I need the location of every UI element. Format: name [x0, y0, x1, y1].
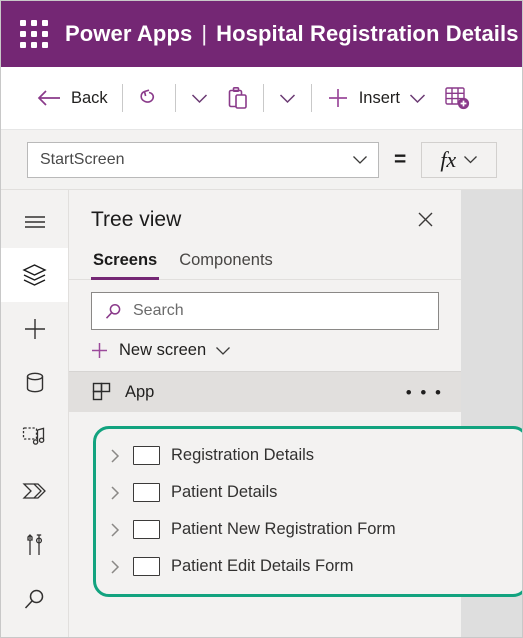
new-screen-label: New screen: [119, 341, 207, 359]
clipboard-paste-icon: [227, 86, 249, 110]
undo-button[interactable]: [128, 78, 170, 118]
screen-thumbnail-icon: [133, 483, 160, 502]
property-selector[interactable]: StartScreen: [27, 141, 379, 178]
power-apps-studio-window: Power Apps | Hospital Registration Detai…: [0, 0, 523, 638]
arrow-left-icon: [36, 88, 62, 108]
chevron-down-icon: [191, 93, 207, 103]
plus-icon: [92, 343, 107, 358]
tab-components[interactable]: Components: [177, 247, 275, 279]
page-title: Tree view: [91, 207, 182, 231]
more-ellipsis-icon[interactable]: • • •: [406, 384, 443, 401]
command-toolbar: Back Insert: [1, 67, 522, 130]
tab-screens[interactable]: Screens: [91, 247, 160, 280]
add-data-button[interactable]: [435, 78, 480, 118]
tree-item-screen[interactable]: Patient Details: [96, 474, 522, 511]
tree-item-screen-label: Registration Details: [171, 446, 315, 464]
app-launcher-waffle-icon[interactable]: [17, 17, 51, 51]
toolbar-divider: [121, 84, 123, 112]
chevron-right-icon[interactable]: [108, 522, 122, 538]
sidebar-item-tree-view[interactable]: [1, 248, 68, 302]
chevron-down-icon: [279, 93, 295, 103]
paste-button[interactable]: [218, 78, 258, 118]
tools-screwdriver-wrench-icon: [26, 534, 42, 555]
tree-item-screen[interactable]: Patient Edit Details Form: [96, 548, 522, 585]
undo-dropdown-button[interactable]: [181, 93, 218, 104]
formula-fx-button[interactable]: fx: [421, 141, 498, 178]
left-rail: [1, 190, 69, 637]
formula-bar-row: StartScreen = fx: [1, 130, 522, 190]
screen-thumbnail-icon: [133, 520, 160, 539]
search-magnifier-icon: [24, 589, 44, 609]
chevron-down-icon: [353, 155, 367, 164]
toolbar-divider: [310, 84, 312, 112]
tree-view-panel: Tree view Screens Components Search New …: [69, 190, 522, 637]
property-selector-value: StartScreen: [40, 150, 125, 168]
product-name: Power Apps: [65, 21, 193, 46]
tree-item-screen-label: Patient Details: [171, 483, 278, 501]
chevron-down-icon: [216, 346, 231, 355]
screens-highlight-group: Registration Details Patient Details Pat…: [93, 426, 522, 597]
tree-item-screen[interactable]: Registration Details: [96, 437, 522, 474]
chevron-right-icon[interactable]: [108, 485, 122, 501]
brand-title: Power Apps | Hospital Registration Detai…: [65, 21, 519, 47]
search-container: [69, 280, 461, 330]
back-label: Back: [71, 88, 108, 107]
top-brand-bar: Power Apps | Hospital Registration Detai…: [1, 1, 522, 67]
sidebar-item-settings-tools[interactable]: [1, 518, 68, 572]
search-icon: [105, 303, 121, 319]
sidebar-item-insert[interactable]: [1, 302, 68, 356]
sidebar-item-menu-hamburger[interactable]: [1, 194, 68, 248]
media-image-music-icon: [22, 426, 45, 445]
database-cylinder-icon: [26, 372, 43, 393]
chevron-down-icon: [409, 93, 425, 103]
tree-view-header: Tree view: [69, 190, 461, 239]
new-screen-button[interactable]: New screen: [69, 330, 461, 371]
paste-dropdown-button[interactable]: [269, 93, 306, 104]
fx-label: fx: [440, 146, 457, 172]
screen-thumbnail-icon: [133, 557, 160, 576]
sidebar-item-media[interactable]: [1, 410, 68, 464]
hamburger-menu-icon: [24, 216, 45, 228]
power-automate-flow-icon: [21, 483, 46, 499]
search-box[interactable]: [91, 292, 439, 330]
insert-label: Insert: [358, 88, 400, 107]
screen-thumbnail-icon: [133, 446, 160, 465]
tree-item-screen-label: Patient New Registration Form: [171, 520, 396, 538]
add-data-table-icon: [444, 85, 471, 111]
toolbar-divider: [262, 84, 264, 112]
close-icon[interactable]: [412, 206, 439, 233]
insert-button[interactable]: Insert: [317, 78, 435, 118]
tree-item-screen-label: Patient Edit Details Form: [171, 557, 354, 575]
sidebar-item-search[interactable]: [1, 572, 68, 626]
title-separator: |: [201, 21, 208, 46]
tree-item-app[interactable]: App • • •: [69, 371, 461, 412]
app-title: Hospital Registration Details: [216, 21, 519, 46]
studio-body: Tree view Screens Components Search New …: [1, 190, 522, 637]
app-grid-icon: [92, 382, 111, 401]
plus-icon: [24, 319, 45, 339]
sidebar-item-data[interactable]: [1, 356, 68, 410]
toolbar-divider: [174, 84, 176, 112]
sidebar-item-power-automate[interactable]: [1, 464, 68, 518]
chevron-right-icon[interactable]: [108, 559, 122, 575]
plus-icon: [326, 86, 350, 110]
back-button[interactable]: Back: [27, 78, 117, 118]
layers-tree-view-icon: [22, 264, 47, 286]
equals-sign: =: [394, 147, 407, 171]
tree-item-app-label: App: [125, 382, 155, 401]
chevron-right-icon[interactable]: [108, 448, 122, 464]
tree-view-tabs: Screens Components: [69, 239, 461, 280]
undo-icon: [137, 87, 161, 109]
search-input[interactable]: [133, 302, 426, 320]
chevron-down-icon: [464, 155, 478, 163]
tree-item-screen[interactable]: Patient New Registration Form: [96, 511, 522, 548]
